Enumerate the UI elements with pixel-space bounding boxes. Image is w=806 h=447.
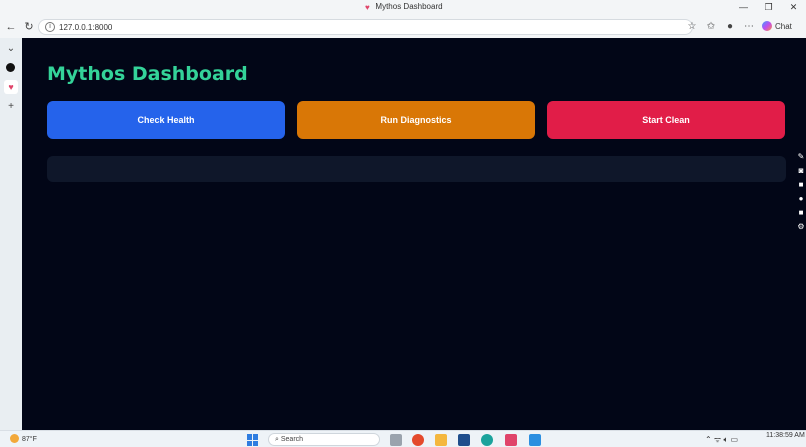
edge-icon[interactable] <box>481 434 493 446</box>
system-tray[interactable]: ⌃ ᯤ 🔈︎ ▭ <box>705 434 738 445</box>
chrome-icon[interactable] <box>412 434 424 446</box>
new-tab-plus-icon[interactable]: + <box>4 100 18 114</box>
run-diagnostics-button[interactable]: Run Diagnostics <box>297 101 535 139</box>
browser-toolbar: ← ↻ i 127.0.0.1:8000 ☆ ✩ ● ⋯ Chat <box>0 16 806 38</box>
browser-title-bar: ♥ Mythos Dashboard — ❐ ✕ <box>0 0 806 16</box>
file-explorer-icon[interactable] <box>435 434 447 446</box>
page-viewport: Mythos Dashboard Check Health Run Diagno… <box>22 38 806 430</box>
taskbar-search[interactable]: ⌕ Search <box>268 433 380 446</box>
output-panel <box>47 156 786 182</box>
restore-icon[interactable]: ❐ <box>756 0 781 16</box>
start-clean-button[interactable]: Start Clean <box>547 101 785 139</box>
window-controls: — ❐ ✕ <box>731 0 806 16</box>
refresh-icon[interactable]: ↻ <box>22 20 36 34</box>
more-icon[interactable]: ⋯ <box>742 20 756 34</box>
window-title-text: Mythos Dashboard <box>375 2 443 11</box>
weather-widget[interactable]: 87°F <box>10 434 37 443</box>
window-icon[interactable]: ■ <box>796 206 806 220</box>
windows-start-icon[interactable] <box>247 434 259 446</box>
profile-icon[interactable]: ● <box>723 20 737 34</box>
active-tab-favicon-icon[interactable]: ♥ <box>4 80 18 94</box>
mic-icon[interactable]: ● <box>796 192 806 206</box>
chat-label: Chat <box>775 22 792 31</box>
copilot-chat-button[interactable]: Chat <box>762 20 792 34</box>
settings-gear-icon[interactable]: ⚙ <box>796 220 806 234</box>
favorites-icon[interactable]: ✩ <box>704 20 718 34</box>
site-info-icon[interactable]: i <box>45 22 55 32</box>
vertical-tab-bar: ⌄ ♥ + <box>0 38 22 430</box>
address-bar[interactable]: i 127.0.0.1:8000 <box>38 19 693 35</box>
page-title: Mythos Dashboard <box>47 63 248 85</box>
task-view-icon[interactable] <box>390 434 402 446</box>
weather-temp: 87°F <box>22 436 37 443</box>
clock[interactable]: 11:38:59 AM <box>766 432 805 440</box>
vscode-icon[interactable] <box>529 434 541 446</box>
camera-icon[interactable]: ◙ <box>796 164 806 178</box>
pen-icon[interactable]: ✎ <box>796 150 806 164</box>
tab-icon[interactable] <box>6 63 15 72</box>
star-icon[interactable]: ☆ <box>685 20 699 34</box>
windows-taskbar: 87°F ⌕ Search ⌃ ᯤ 🔈︎ ▭ 11:38:59 AM <box>0 430 806 447</box>
close-icon[interactable]: ✕ <box>781 0 806 16</box>
chevron-down-icon[interactable]: ⌄ <box>4 42 18 56</box>
square-icon[interactable]: ■ <box>796 178 806 192</box>
copilot-icon <box>762 21 772 31</box>
back-arrow-icon[interactable]: ← <box>4 20 18 34</box>
app-icon[interactable] <box>505 434 517 446</box>
taskbar-search-placeholder: Search <box>280 436 304 443</box>
window-title: ♥ Mythos Dashboard <box>0 2 806 12</box>
weather-sun-icon <box>10 434 19 443</box>
app-favicon-icon: ♥ <box>365 3 370 12</box>
check-health-button[interactable]: Check Health <box>47 101 285 139</box>
edge-right-sidebar: ✎ ◙ ■ ● ■ ⚙ <box>796 150 806 235</box>
minimize-icon[interactable]: — <box>731 0 756 16</box>
url-text[interactable]: 127.0.0.1:8000 <box>59 23 112 32</box>
store-icon[interactable] <box>458 434 470 446</box>
